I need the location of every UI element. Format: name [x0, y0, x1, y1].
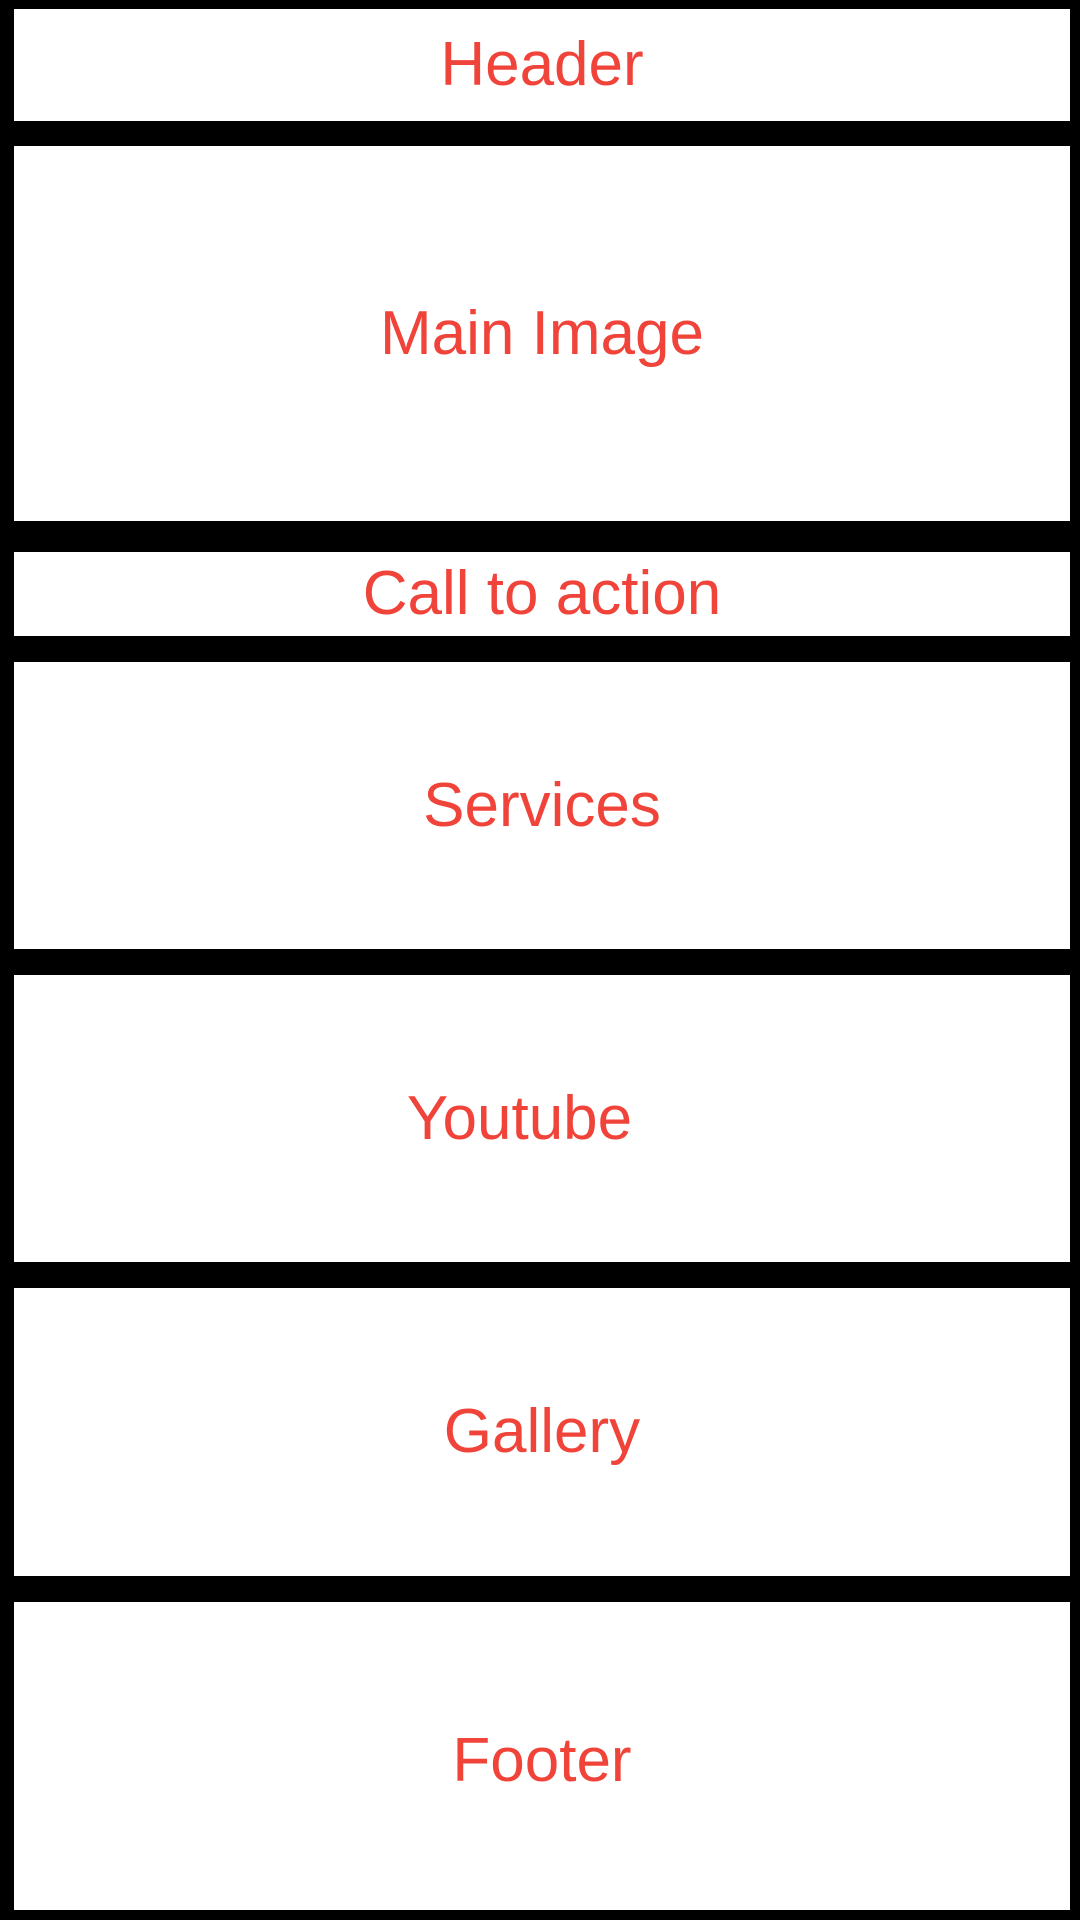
call-to-action-section: Call to action	[14, 552, 1070, 636]
page-wireframe: Header Main Image Call to action Service…	[0, 0, 1080, 1920]
header-section: Header	[14, 9, 1070, 121]
footer-section: Footer	[14, 1602, 1070, 1910]
call-to-action-label: Call to action	[362, 559, 722, 628]
header-label: Header	[440, 30, 644, 99]
youtube-section: Youtube	[14, 975, 1070, 1262]
main-image-label: Main Image	[380, 298, 704, 368]
youtube-label: Youtube	[406, 1083, 633, 1153]
footer-label: Footer	[452, 1726, 632, 1795]
gallery-section: Gallery	[14, 1288, 1070, 1576]
services-label: Services	[423, 770, 661, 840]
services-section: Services	[14, 662, 1070, 949]
gallery-label: Gallery	[443, 1397, 641, 1466]
main-image-section: Main Image	[14, 146, 1070, 521]
